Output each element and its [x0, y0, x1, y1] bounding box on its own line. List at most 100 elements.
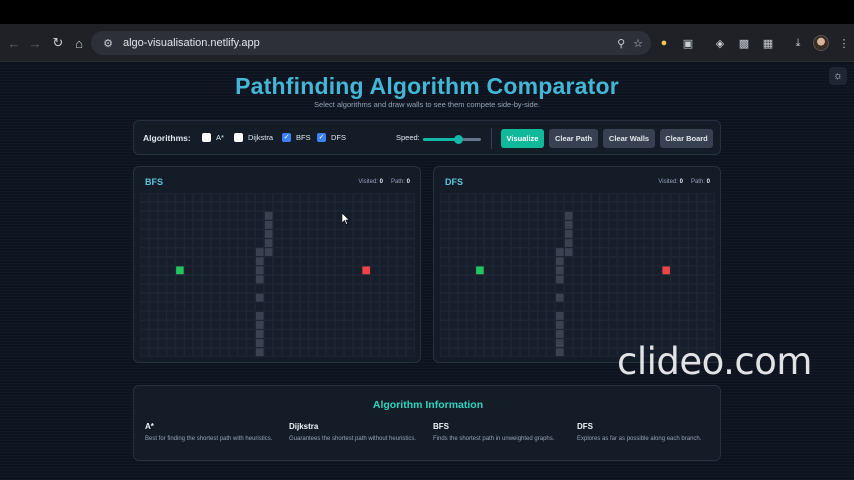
grid-cell[interactable] — [608, 193, 618, 202]
algo-checkbox-dijkstra[interactable]: Dijkstra — [234, 133, 273, 142]
grid-cell[interactable] — [184, 320, 194, 330]
grid-cell[interactable] — [599, 302, 609, 312]
wall-cell[interactable] — [264, 220, 273, 230]
grid-cell[interactable] — [255, 302, 265, 312]
grid-cell[interactable] — [379, 256, 389, 266]
grid-cell[interactable] — [528, 302, 538, 312]
grid-cell[interactable] — [388, 202, 398, 212]
grid-cell[interactable] — [679, 275, 689, 284]
grid-cell[interactable] — [353, 211, 362, 221]
grid-cell[interactable] — [149, 256, 158, 266]
grid-cell[interactable] — [308, 275, 318, 284]
grid-cell[interactable] — [157, 220, 167, 230]
grid-cell[interactable] — [326, 320, 335, 330]
grid-cell[interactable] — [193, 193, 202, 202]
grid-cell[interactable] — [317, 302, 327, 312]
grid-cell[interactable] — [326, 193, 335, 202]
grid-cell[interactable] — [149, 302, 158, 312]
grid-cell[interactable] — [406, 293, 415, 303]
grid-cell[interactable] — [457, 302, 467, 312]
grid-cell[interactable] — [590, 247, 600, 257]
grid-cell[interactable] — [344, 275, 353, 284]
grid-cell[interactable] — [406, 320, 415, 330]
apps-icon[interactable]: ▦ — [759, 34, 777, 52]
grid-cell[interactable] — [140, 329, 149, 339]
grid-cell[interactable] — [546, 329, 556, 339]
grid-cell[interactable] — [617, 275, 627, 284]
grid-cell[interactable] — [379, 275, 389, 284]
grid-cell[interactable] — [546, 211, 556, 221]
screenshot-icon[interactable]: ▩ — [735, 34, 753, 52]
grid-cell[interactable] — [175, 247, 185, 257]
grid-cell[interactable] — [308, 320, 318, 330]
grid-cell[interactable] — [697, 329, 706, 339]
grid-cell[interactable] — [502, 293, 511, 303]
grid-cell[interactable] — [237, 293, 247, 303]
grid-cell[interactable] — [308, 202, 318, 212]
grid-cell[interactable] — [502, 211, 511, 221]
grid-cell[interactable] — [661, 238, 671, 248]
grid-cell[interactable] — [670, 275, 680, 284]
grid-cell[interactable] — [202, 293, 211, 303]
wall-cell[interactable] — [555, 347, 565, 357]
grid-cell[interactable] — [484, 302, 494, 312]
grid-cell[interactable] — [397, 311, 406, 321]
grid-cell[interactable] — [175, 284, 185, 293]
grid-cell[interactable] — [449, 338, 458, 348]
grid-cell[interactable] — [264, 311, 273, 321]
grid-cell[interactable] — [370, 193, 380, 202]
grid-cell[interactable] — [635, 211, 644, 221]
grid-cell[interactable] — [149, 293, 158, 303]
grid-cell[interactable] — [317, 311, 327, 321]
grid-cell[interactable] — [573, 193, 582, 202]
grid-cell[interactable] — [388, 265, 398, 275]
grid-cell[interactable] — [344, 293, 353, 303]
grid-cell[interactable] — [299, 211, 309, 221]
grid-cell[interactable] — [237, 338, 247, 348]
grid-cell[interactable] — [484, 347, 494, 357]
grid-cell[interactable] — [246, 320, 256, 330]
grid-cell[interactable] — [290, 311, 300, 321]
grid-cell[interactable] — [519, 329, 529, 339]
grid-cell[interactable] — [688, 275, 698, 284]
grid-cell[interactable] — [519, 347, 529, 357]
grid-cell[interactable] — [149, 202, 158, 212]
grid-cell[interactable] — [353, 284, 362, 293]
grid-cell[interactable] — [617, 202, 627, 212]
grid-cell[interactable] — [308, 293, 318, 303]
grid-cell[interactable] — [528, 265, 538, 275]
speed-slider-thumb[interactable] — [453, 135, 463, 144]
grid-cell[interactable] — [502, 329, 511, 339]
grid-cell[interactable] — [344, 338, 353, 348]
grid-cell[interactable] — [149, 247, 158, 257]
grid-cell[interactable] — [573, 338, 582, 348]
grid-cell[interactable] — [353, 293, 362, 303]
grid-cell[interactable] — [397, 256, 406, 266]
grid-cell[interactable] — [582, 220, 591, 230]
grid-cell[interactable] — [184, 211, 194, 221]
grid-cell[interactable] — [388, 229, 398, 239]
grid-cell[interactable] — [255, 220, 265, 230]
grid-cell[interactable] — [599, 265, 609, 275]
grid-cell[interactable] — [219, 302, 229, 312]
grid-cell[interactable] — [193, 247, 202, 257]
grid-cell[interactable] — [193, 256, 202, 266]
grid-cell[interactable] — [290, 329, 300, 339]
grid-cell[interactable] — [282, 347, 291, 357]
grid-cell[interactable] — [697, 247, 706, 257]
grid-cell[interactable] — [370, 211, 380, 221]
clear-board-button[interactable]: Clear Board — [660, 129, 713, 148]
grid-cell[interactable] — [617, 284, 627, 293]
clear-walls-button[interactable]: Clear Walls — [603, 129, 655, 148]
grid-cell[interactable] — [219, 320, 229, 330]
grid-cell[interactable] — [370, 320, 380, 330]
grid-cell[interactable] — [166, 220, 176, 230]
grid-cell[interactable] — [326, 338, 335, 348]
grid-cell[interactable] — [397, 338, 406, 348]
grid-cell[interactable] — [370, 302, 380, 312]
grid-cell[interactable] — [528, 320, 538, 330]
grid-cell[interactable] — [466, 329, 476, 339]
grid-cell[interactable] — [219, 338, 229, 348]
grid-cell[interactable] — [573, 211, 582, 221]
grid-cell[interactable] — [299, 338, 309, 348]
